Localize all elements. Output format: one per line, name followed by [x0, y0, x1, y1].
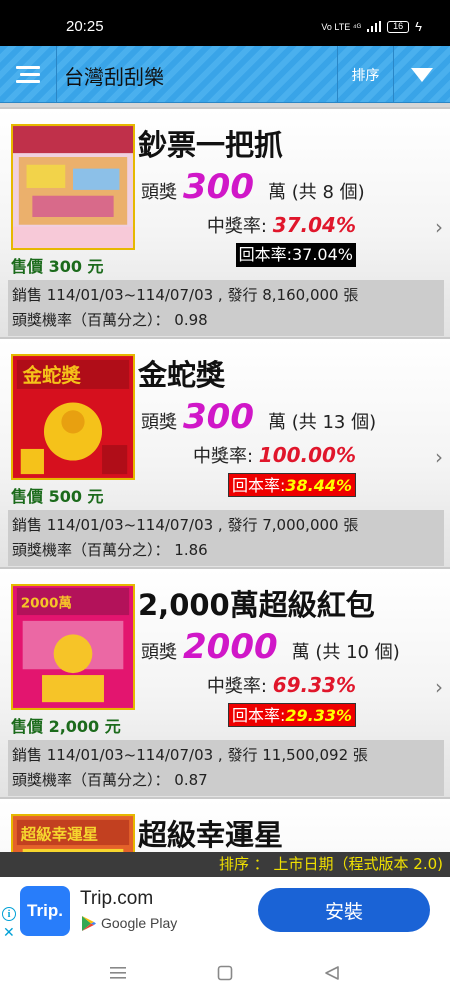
chevron-right-icon[interactable]: ›: [435, 675, 443, 699]
win-rate: 中獎率: 100.00%: [193, 442, 356, 468]
triangle-down-icon: [411, 67, 433, 82]
app-title: 台灣刮刮樂: [64, 65, 164, 89]
prize-label: 頭獎: [141, 182, 177, 203]
ticket-image: 2000萬: [13, 586, 133, 708]
ticket-name: 2,000萬超級紅包: [138, 588, 375, 622]
return-rate-badge: 回本率:29.33%: [227, 703, 356, 727]
svg-text:超級幸運星: 超級幸運星: [20, 824, 98, 843]
chevron-right-icon[interactable]: ›: [435, 215, 443, 239]
ticket-price: 售價 500 元: [11, 487, 104, 506]
battery-icon: 16: [387, 20, 410, 33]
ad-logo: Trip.: [20, 886, 70, 936]
svg-text:2000萬: 2000萬: [21, 594, 72, 611]
return-rate-value: 37.04%: [291, 245, 353, 264]
ticket-image: 金蛇獎: [13, 356, 133, 478]
win-rate-label: 中獎率:: [192, 446, 254, 467]
prize-unit: 萬 (共 8 個): [267, 182, 365, 203]
back-triangle-icon: [325, 966, 339, 980]
app-bar: 台灣刮刮樂 排序: [0, 46, 450, 103]
sale-period: 銷售 114/01/03~114/07/03 , 發行 8,160,000 張: [12, 286, 359, 304]
ticket-info: 銷售 114/01/03~114/07/03 , 發行 7,000,000 張 …: [8, 510, 444, 566]
prize-amount: 300: [183, 167, 254, 207]
return-rate-badge: 回本率:37.04%: [235, 243, 356, 267]
prize-amount: 2000: [183, 627, 278, 667]
ticket-price: 售價 300 元: [11, 257, 104, 276]
win-rate: 中獎率: 69.33%: [207, 672, 356, 698]
google-play-icon: [82, 915, 96, 931]
ticket-card[interactable]: 金蛇獎 金蛇獎 頭獎 300 萬 (共 13 個) 中獎率: 100.00% 回…: [0, 337, 450, 567]
ticket-name: 金蛇獎: [138, 358, 226, 392]
win-rate-value: 69.33%: [272, 673, 356, 697]
menu-button[interactable]: [0, 46, 57, 103]
ticket-card[interactable]: 超級幸運星 超級幸運星: [0, 797, 450, 852]
sale-period: 銷售 114/01/03~114/07/03 , 發行 7,000,000 張: [12, 516, 359, 534]
win-rate: 中獎率: 37.04%: [207, 212, 356, 238]
status-icons: Vo LTE ⁴ᴳ 16 ϟ: [321, 19, 422, 34]
recent-apps-button[interactable]: [105, 961, 131, 985]
sort-info: 排序 ： 上市日期（程式版本 2.0): [0, 852, 450, 877]
network-indicator: Vo LTE ⁴ᴳ: [321, 21, 362, 32]
prize-amount: 300: [183, 397, 254, 437]
return-rate-value: 38.44%: [285, 476, 352, 495]
ad-store-label: Google Play: [101, 915, 178, 931]
dropdown-button[interactable]: [394, 46, 450, 103]
win-rate-value: 37.04%: [272, 213, 356, 237]
return-rate-label: 回本率:: [231, 476, 286, 495]
status-bar: 20:25 Vo LTE ⁴ᴳ 16 ϟ: [0, 0, 450, 46]
jackpot-odds: 頭獎機率（百萬分之）： 0.87: [12, 771, 208, 789]
ticket-image: 超級幸運星: [13, 816, 133, 852]
back-button[interactable]: [319, 961, 345, 985]
win-rate-label: 中獎率:: [206, 676, 267, 697]
signal-icon: [367, 21, 382, 32]
return-rate-label: 回本率:: [231, 706, 286, 725]
chevron-right-icon[interactable]: ›: [435, 445, 443, 469]
return-rate-badge: 回本率:38.44%: [227, 473, 356, 497]
ad-close-icon[interactable]: ✕: [3, 924, 15, 941]
prize-label: 頭獎: [141, 412, 177, 433]
return-rate-value: 29.33%: [285, 706, 352, 725]
prize-row: 頭獎 2000 萬 (共 10 個): [141, 627, 400, 667]
sort-button[interactable]: 排序: [337, 46, 394, 103]
ad-banner[interactable]: i ✕ Trip. Trip.com Google Play 安裝: [0, 877, 450, 947]
ticket-name: 鈔票一把抓: [138, 128, 284, 162]
win-rate-value: 100.00%: [258, 443, 356, 467]
square-icon: [217, 965, 233, 981]
svg-text:金蛇獎: 金蛇獎: [22, 364, 82, 387]
prize-unit: 萬 (共 10 個): [291, 642, 400, 663]
prize-row: 頭獎 300 萬 (共 8 個): [141, 167, 365, 207]
return-rate-label: 回本率:: [238, 245, 292, 264]
ticket-image: [13, 126, 133, 248]
ad-store: Google Play: [82, 915, 177, 931]
ticket-card[interactable]: 鈔票一把抓 頭獎 300 萬 (共 8 個) 中獎率: 37.04% 回本率:3…: [0, 107, 450, 337]
ticket-thumbnail: 2000萬: [11, 584, 135, 710]
ad-app-name: Trip.com: [80, 888, 154, 909]
ticket-thumbnail: 超級幸運星: [11, 814, 135, 852]
home-button[interactable]: [212, 961, 238, 985]
menu-lines-icon: [110, 967, 126, 979]
sale-period: 銷售 114/01/03~114/07/03 , 發行 11,500,092 張: [12, 746, 368, 764]
jackpot-odds: 頭獎機率（百萬分之）： 1.86: [12, 541, 208, 559]
ticket-name: 超級幸運星: [138, 818, 284, 852]
status-time: 20:25: [66, 18, 104, 35]
hamburger-icon: [16, 65, 40, 83]
ad-info-icon[interactable]: i: [2, 907, 16, 921]
prize-row: 頭獎 300 萬 (共 13 個): [141, 397, 376, 437]
ticket-thumbnail: [11, 124, 135, 250]
ticket-price: 售價 2,000 元: [11, 717, 121, 736]
prize-unit: 萬 (共 13 個): [267, 412, 377, 433]
ticket-card[interactable]: 2000萬 2,000萬超級紅包 頭獎 2000 萬 (共 10 個) 中獎率:…: [0, 567, 450, 797]
prize-label: 頭獎: [141, 642, 177, 663]
ticket-list[interactable]: 鈔票一把抓 頭獎 300 萬 (共 8 個) 中獎率: 37.04% 回本率:3…: [0, 103, 450, 852]
ticket-info: 銷售 114/01/03~114/07/03 , 發行 8,160,000 張 …: [8, 280, 444, 336]
system-nav-bar: [0, 947, 450, 1000]
win-rate-label: 中獎率:: [206, 216, 267, 237]
charging-icon: ϟ: [415, 19, 422, 34]
ticket-thumbnail: 金蛇獎: [11, 354, 135, 480]
install-button[interactable]: 安裝: [258, 888, 430, 932]
ticket-info: 銷售 114/01/03~114/07/03 , 發行 11,500,092 張…: [8, 740, 444, 796]
jackpot-odds: 頭獎機率（百萬分之）： 0.98: [12, 311, 208, 329]
